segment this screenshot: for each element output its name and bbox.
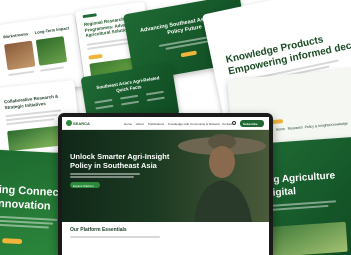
right-nav-item[interactable]: Research <box>288 125 303 130</box>
card-title: nnovation <box>0 197 51 213</box>
card-title: Collaborative Research & Strategic Initi… <box>3 93 59 110</box>
cta-button[interactable] <box>180 50 198 58</box>
plant-photo <box>35 36 68 66</box>
search-icon[interactable] <box>232 121 236 125</box>
right-nav-item[interactable]: Home <box>276 127 286 132</box>
read-more-button[interactable] <box>88 53 103 60</box>
card-logo <box>82 13 97 19</box>
nav-item-home[interactable]: Home <box>124 122 132 126</box>
farm-photo <box>4 40 36 71</box>
subscribe-button[interactable]: Subscribe <box>240 120 264 127</box>
explore-platform-label: Explore Platform <box>73 183 94 188</box>
hero-title-line1: Unlock Smarter Agri-Insight <box>70 152 170 161</box>
portfolio-collage: Workstreams Long-Term Impact Regional Re… <box>0 0 351 255</box>
nav-item-contact[interactable]: Contact <box>222 122 232 126</box>
landscape-photo <box>265 221 348 255</box>
section-title: Our Platform Essentials <box>70 227 127 233</box>
explore-platform-button[interactable]: Explore Platform <box>70 182 100 188</box>
site-logo-text[interactable]: SEARCA <box>73 121 90 126</box>
nav-item-publications[interactable]: Publications <box>148 122 164 126</box>
hero-title-line2: Policy in Southeast Asia <box>70 161 157 170</box>
right-nav-item[interactable]: Policy & Insights <box>304 123 330 129</box>
laptop-mockup: SEARCA Home About Publications Knowledge… <box>58 113 273 255</box>
nav-item-knowledge-hub[interactable]: Knowledge Hub <box>168 122 189 126</box>
card-title: Long-Term Impact <box>34 25 70 36</box>
cta-button[interactable] <box>2 238 23 245</box>
site-navbar: SEARCA Home About Publications Knowledge… <box>62 117 269 130</box>
nav-item-about[interactable]: About <box>136 122 144 126</box>
card-title: Workstreams <box>2 31 29 40</box>
platform-essentials-section: Our Platform Essentials <box>62 222 269 255</box>
hero-section: Unlock Smarter Agri-Insight Policy in So… <box>62 130 269 222</box>
subscribe-label: Subscribe <box>243 121 258 126</box>
nav-item-community[interactable]: Community & Network <box>190 122 220 126</box>
right-nav-item[interactable]: Knowledge <box>330 121 348 126</box>
laptop-screen: SEARCA Home About Publications Knowledge… <box>62 117 269 255</box>
card-title: ing Agriculture <box>264 170 336 187</box>
logo-icon <box>66 120 72 126</box>
